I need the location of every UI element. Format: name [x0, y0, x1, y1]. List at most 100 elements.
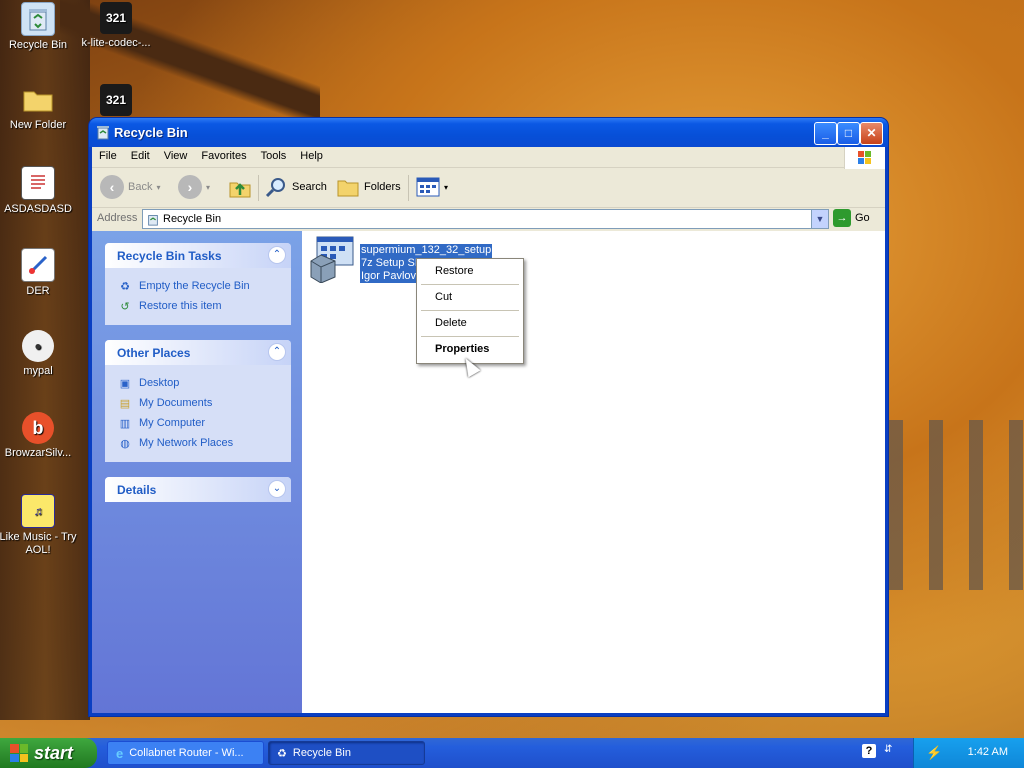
- minimize-button[interactable]: _: [814, 122, 837, 145]
- taskbar-button-collabnet[interactable]: e Collabnet Router - Wi...: [107, 741, 264, 765]
- context-menu-restore[interactable]: Restore: [419, 261, 521, 282]
- back-arrow-icon: ‹: [100, 175, 124, 199]
- address-bar: Address Recycle Bin ▼ → Go: [92, 208, 885, 230]
- place-link-label: My Documents: [139, 397, 213, 409]
- chevron-down-icon: ▾: [444, 182, 449, 192]
- recycle-bin-icon: [148, 215, 158, 226]
- collapse-icon[interactable]: ⌃: [268, 343, 286, 361]
- installer-icon: [310, 236, 354, 283]
- desktop-icon-k-lite-codec[interactable]: 321 k-lite-codec-...: [76, 2, 156, 50]
- folder-icon: [22, 84, 54, 116]
- recycle-bin-tasks-panel: Recycle Bin Tasks ⌃ ♻ Empty the Recycle …: [105, 243, 291, 325]
- menu-favorites[interactable]: Favorites: [194, 147, 253, 165]
- menu-file[interactable]: File: [92, 147, 124, 165]
- address-label: Address: [97, 212, 138, 224]
- toolbar: ‹ Back ▾ › ▾ Search Folders ▾: [92, 169, 885, 208]
- desktop-icon-label: mypal: [23, 365, 53, 377]
- language-icon[interactable]: ⇵: [884, 744, 892, 755]
- desktop-icon-mypal[interactable]: ● mypal: [0, 330, 78, 378]
- context-menu-delete[interactable]: Delete: [419, 313, 521, 334]
- chevron-down-icon: ▾: [206, 182, 211, 192]
- desktop-icon-media-2[interactable]: 321: [76, 84, 156, 119]
- address-dropdown-icon[interactable]: ▼: [811, 210, 828, 228]
- taskbar-button-label: Recycle Bin: [292, 747, 351, 759]
- panel-header[interactable]: Other Places ⌃: [105, 340, 291, 365]
- help-icon[interactable]: ?: [862, 744, 876, 758]
- desktop-icon-like-music[interactable]: ♫ Like Music - Try AOL!: [0, 494, 78, 557]
- desktop-icon-browzar[interactable]: b BrowzarSilv...: [0, 412, 78, 460]
- up-folder-button[interactable]: [228, 174, 252, 200]
- views-icon: [416, 177, 440, 197]
- go-label: Go: [855, 212, 870, 224]
- recycle-bin-icon: ♻: [120, 280, 130, 293]
- desktop-icon-recycle-bin[interactable]: Recycle Bin: [0, 2, 78, 52]
- mypal-icon: ●: [22, 330, 54, 362]
- menu-help[interactable]: Help: [293, 147, 330, 165]
- start-label: start: [34, 742, 74, 763]
- restore-item-link[interactable]: ↺ Restore this item: [117, 296, 279, 316]
- menu-edit[interactable]: Edit: [124, 147, 157, 165]
- start-button[interactable]: start: [0, 738, 97, 768]
- wallpaper-fence: [889, 420, 1024, 590]
- media-player-icon: 321: [100, 2, 132, 34]
- expand-icon[interactable]: ⌄: [268, 480, 286, 498]
- menu-separator: [421, 310, 519, 311]
- views-button[interactable]: ▾: [416, 174, 448, 200]
- window-titlebar[interactable]: Recycle Bin _ □ ✕: [89, 118, 888, 147]
- toolbar-separator: [258, 175, 259, 201]
- file-view[interactable]: supermium_132_32_setup 7z Setup SFX Igor…: [302, 231, 885, 713]
- collapse-icon[interactable]: ⌃: [268, 246, 286, 264]
- search-button[interactable]: Search: [264, 174, 327, 200]
- desktop-icon-label: Recycle Bin: [8, 39, 68, 51]
- browzar-icon: b: [22, 412, 54, 444]
- desktop-icon-der[interactable]: DER: [0, 248, 78, 298]
- context-menu-cut[interactable]: Cut: [419, 287, 521, 308]
- place-desktop-link[interactable]: ▣ Desktop: [117, 373, 279, 393]
- menu-view[interactable]: View: [157, 147, 195, 165]
- panel-body: ♻ Empty the Recycle Bin ↺ Restore this i…: [105, 268, 291, 325]
- panel-header[interactable]: Recycle Bin Tasks ⌃: [105, 243, 291, 268]
- file-name: supermium_132_32_setup: [360, 244, 493, 257]
- place-link-label: My Computer: [139, 417, 206, 429]
- back-label: Back: [128, 181, 153, 193]
- taskbar-button-label: Collabnet Router - Wi...: [129, 747, 244, 759]
- empty-recycle-bin-link[interactable]: ♻ Empty the Recycle Bin: [117, 276, 279, 296]
- folders-button[interactable]: Folders: [336, 174, 401, 200]
- up-folder-icon: [229, 182, 251, 198]
- task-link-label: Empty the Recycle Bin: [139, 280, 250, 292]
- tray-network-icon[interactable]: ⚡: [926, 745, 942, 761]
- place-my-network-places-link[interactable]: ◍ My Network Places: [117, 433, 279, 453]
- maximize-button[interactable]: □: [837, 122, 860, 145]
- back-button[interactable]: ‹ Back ▾: [100, 174, 160, 200]
- window-client: File Edit View Favorites Tools Help ‹ Back ▾ …: [92, 147, 885, 713]
- desktop-icon-label: ASDASDASD: [4, 203, 72, 215]
- desktop-icon-asdasdasd[interactable]: ASDASDASD: [0, 166, 78, 216]
- task-link-label: Restore this item: [139, 300, 222, 312]
- restore-icon: ↺: [120, 300, 130, 313]
- desktop-icon-label: Like Music - Try AOL!: [0, 531, 77, 556]
- recycle-bin-icon: [95, 124, 111, 140]
- desktop-icon-new-folder[interactable]: New Folder: [0, 84, 78, 132]
- place-my-documents-link[interactable]: ▤ My Documents: [117, 393, 279, 413]
- close-button[interactable]: ✕: [860, 122, 883, 145]
- search-label: Search: [292, 181, 327, 193]
- go-button[interactable]: → Go: [833, 209, 870, 227]
- toolbar-separator: [408, 175, 409, 201]
- my-documents-icon: ▤: [119, 397, 131, 410]
- taskbar: start e Collabnet Router - Wi... ♻ Recyc…: [0, 738, 1024, 768]
- menu-separator: [421, 284, 519, 285]
- internet-explorer-icon: e: [116, 745, 124, 761]
- go-arrow-icon: →: [833, 209, 851, 227]
- system-tray: ⚡ 1:42 AM: [913, 738, 1024, 768]
- desktop-icon-label: BrowzarSilv...: [4, 447, 72, 459]
- music-icon: ♫: [21, 494, 55, 528]
- address-field[interactable]: Recycle Bin ▼: [142, 209, 829, 229]
- menu-tools[interactable]: Tools: [254, 147, 294, 165]
- recycle-bin-icon: [21, 2, 55, 36]
- place-my-computer-link[interactable]: ▥ My Computer: [117, 413, 279, 433]
- taskbar-button-recycle-bin[interactable]: ♻ Recycle Bin: [268, 741, 425, 765]
- forward-button[interactable]: › ▾: [178, 174, 210, 200]
- desktop-icon: ▣: [119, 377, 131, 390]
- panel-header[interactable]: Details ⌄: [105, 477, 291, 502]
- clock[interactable]: 1:42 AM: [968, 746, 1008, 758]
